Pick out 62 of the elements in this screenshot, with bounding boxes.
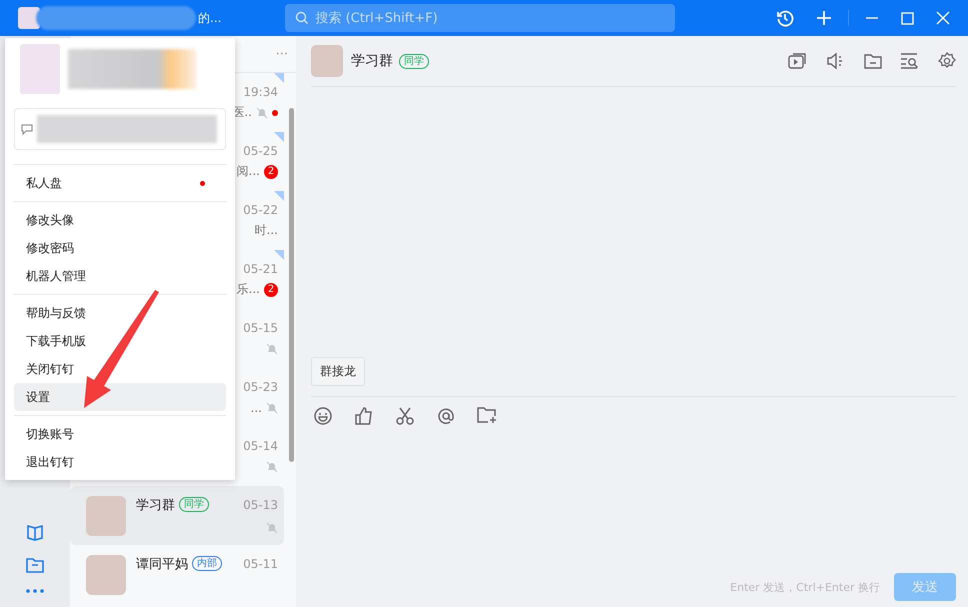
- message-preview: 阅...: [236, 163, 260, 180]
- chat-time: 05-13: [243, 498, 278, 512]
- message-preview: 时...: [254, 222, 278, 239]
- chat-time: 05-25: [243, 144, 278, 158]
- menu-item[interactable]: 退出钉钉: [14, 448, 226, 476]
- profile-avatar: [20, 44, 60, 94]
- folder-plus-icon[interactable]: [477, 406, 497, 424]
- menu-item[interactable]: 机器人管理: [14, 262, 226, 290]
- group-avatar: [311, 45, 343, 77]
- status-field[interactable]: [14, 108, 226, 150]
- chat-time: 05-21: [243, 262, 278, 276]
- chat-time: 05-15: [243, 320, 278, 334]
- unread-count: 2: [264, 164, 278, 178]
- chat-tag: 同学: [399, 54, 429, 68]
- video-icon[interactable]: [788, 52, 808, 70]
- group-avatar: [86, 496, 126, 536]
- folder-icon[interactable]: [26, 557, 44, 573]
- chat-name: 谭同平妈: [136, 556, 188, 572]
- emoji-icon[interactable]: [313, 406, 333, 426]
- scissors-icon[interactable]: [395, 406, 415, 426]
- thumbs-up-icon[interactable]: [354, 406, 374, 426]
- menu-item[interactable]: 私人盘: [14, 169, 226, 197]
- folder-icon[interactable]: [864, 53, 882, 69]
- chat-time: 05-23: [243, 380, 278, 394]
- chat-time: 19:34: [243, 84, 278, 98]
- chat-title: 学习群: [351, 52, 393, 70]
- chat-time: 05-14: [243, 438, 278, 452]
- menu-item[interactable]: 修改头像: [14, 206, 226, 234]
- group-avatar: [86, 554, 126, 594]
- user-avatar[interactable]: [18, 7, 40, 29]
- more-icon[interactable]: [26, 589, 44, 593]
- menu-item[interactable]: 帮助与反馈: [14, 299, 226, 327]
- history-icon[interactable]: [776, 9, 794, 27]
- unread-count: 2: [264, 282, 278, 296]
- settings-icon[interactable]: [938, 52, 956, 70]
- search-icon: [295, 11, 310, 25]
- message-preview: ...: [250, 400, 262, 414]
- scrollbar[interactable]: [289, 108, 294, 462]
- group-relay-button[interactable]: 群接龙: [311, 357, 365, 386]
- close-icon[interactable]: [936, 11, 950, 25]
- search-field[interactable]: 搜索 (Ctrl+Shift+F): [285, 4, 676, 32]
- menu-item[interactable]: 设置: [14, 383, 226, 411]
- chat-tag: 内部: [192, 556, 222, 571]
- book-icon[interactable]: [26, 523, 44, 541]
- chat-list-item[interactable]: 学习群 同学 05-13: [70, 486, 284, 545]
- menu-item[interactable]: 修改密码: [14, 234, 226, 262]
- chat-list-item[interactable]: 谭同平妈 内部 05-11: [70, 545, 284, 604]
- message-preview: 乐...: [236, 281, 260, 298]
- at-icon[interactable]: [436, 406, 456, 426]
- chat-time: 05-11: [243, 556, 278, 570]
- send-hint: Enter 发送，Ctrl+Enter 换行: [730, 580, 880, 594]
- menu-item[interactable]: 切换账号: [14, 420, 226, 448]
- chat-tag: 同学: [179, 497, 209, 512]
- menu-item[interactable]: 关闭钉钉: [14, 355, 226, 383]
- plus-icon[interactable]: [816, 10, 832, 26]
- search-list-icon[interactable]: [900, 52, 920, 70]
- user-name: 的...: [198, 10, 222, 26]
- chat-name: 学习群: [136, 496, 175, 514]
- chat-time: 05-22: [243, 202, 278, 216]
- menu-item[interactable]: 下载手机版: [14, 327, 226, 355]
- maximize-icon[interactable]: [901, 12, 914, 24]
- speech-bubble-icon: [21, 123, 33, 135]
